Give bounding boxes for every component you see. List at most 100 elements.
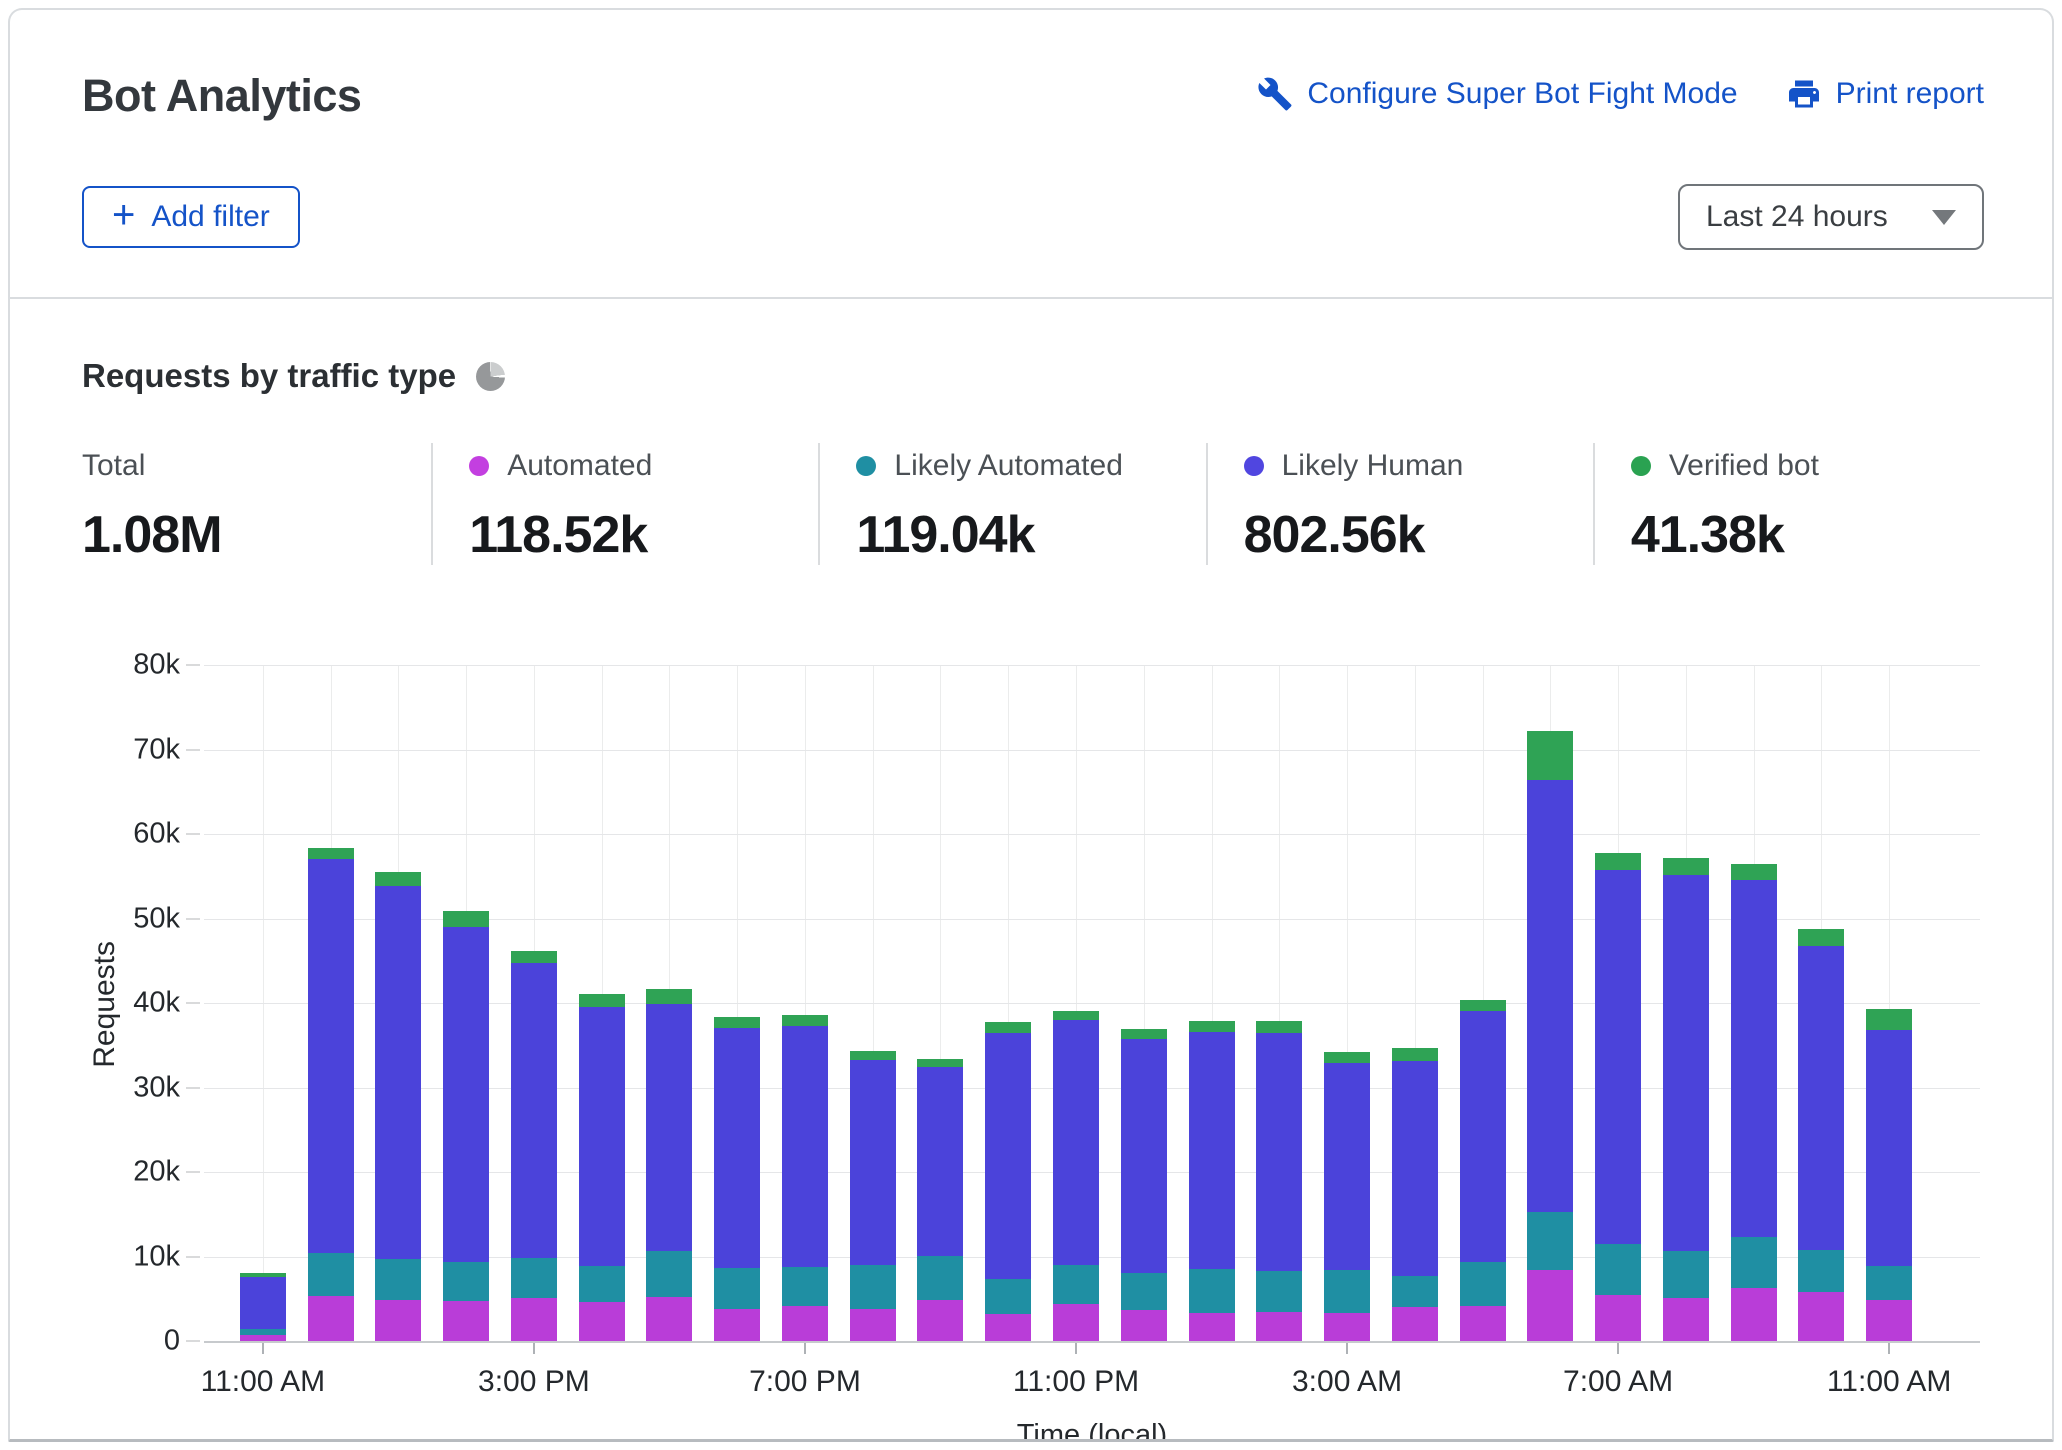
segment-verified-bot: [850, 1051, 896, 1060]
y-tick-mark: [186, 1256, 200, 1258]
header-links: Configure Super Bot Fight Mode Print rep…: [1257, 76, 1984, 112]
stat-automated[interactable]: Automated118.52k: [431, 443, 818, 565]
printer-icon: [1786, 76, 1822, 112]
x-tick-mark: [1075, 1343, 1077, 1354]
segment-likely-human: [240, 1277, 286, 1329]
segment-verified-bot: [1121, 1029, 1167, 1038]
bar-2-00-pm[interactable]: [443, 911, 489, 1341]
segment-likely-human: [1324, 1063, 1370, 1270]
x-tick-mark: [262, 1343, 264, 1354]
add-filter-label: Add filter: [151, 200, 269, 234]
y-tick-label: 30k: [133, 1071, 180, 1104]
x-tick-label: 7:00 AM: [1563, 1365, 1673, 1399]
stat-likely-human[interactable]: Likely Human802.56k: [1206, 443, 1593, 565]
segment-likely-automated: [850, 1265, 896, 1309]
wrench-icon: [1257, 76, 1293, 112]
chevron-down-icon: [1932, 210, 1956, 225]
legend-dot-automated: [469, 456, 489, 476]
x-tick-mark: [1617, 1343, 1619, 1354]
y-tick-mark: [186, 1002, 200, 1004]
segment-automated: [511, 1298, 557, 1341]
y-tick-label: 10k: [133, 1240, 180, 1273]
stats-row: Total1.08MAutomated118.52kLikely Automat…: [82, 443, 1980, 565]
segment-likely-automated: [1256, 1271, 1302, 1312]
print-link-label: Print report: [1836, 77, 1984, 111]
stat-label: Verified bot: [1669, 449, 1819, 483]
segment-automated: [1866, 1300, 1912, 1341]
segment-verified-bot: [1595, 853, 1641, 869]
time-range-select[interactable]: Last 24 hours: [1678, 184, 1984, 250]
segment-automated: [1527, 1270, 1573, 1341]
bar-9-00-am[interactable]: [1731, 864, 1777, 1341]
card-body: Requests by traffic type Total1.08MAutom…: [10, 299, 2052, 1442]
bar-7-00-pm[interactable]: [782, 1015, 828, 1341]
segment-likely-human: [1392, 1061, 1438, 1276]
segment-automated: [1053, 1304, 1099, 1341]
stat-value: 41.38k: [1631, 505, 1980, 565]
segment-verified-bot: [511, 951, 557, 964]
bar-8-00-am[interactable]: [1663, 858, 1709, 1341]
bar-7-00-am[interactable]: [1595, 853, 1641, 1341]
bar-5-00-pm[interactable]: [646, 989, 692, 1341]
stat-verified-bot[interactable]: Verified bot 41.38k: [1593, 443, 1980, 565]
requests-chart: Requests 80k70k60k50k40k30k20k10k0 11:00…: [82, 665, 1980, 1442]
bar-6-00-pm[interactable]: [714, 1017, 760, 1341]
print-report-link[interactable]: Print report: [1786, 76, 1984, 112]
segment-verified-bot: [1731, 864, 1777, 881]
segment-likely-human: [646, 1004, 692, 1252]
horizontal-gridline: [204, 665, 1980, 666]
x-axis-title: Time (local): [204, 1419, 1980, 1442]
segment-automated: [1798, 1292, 1844, 1341]
bar-9-00-pm[interactable]: [917, 1059, 963, 1341]
segment-verified-bot: [1189, 1021, 1235, 1032]
segment-verified-bot: [1053, 1011, 1099, 1019]
bar-12-00-pm[interactable]: [308, 848, 354, 1341]
configure-super-bot-fight-mode-link[interactable]: Configure Super Bot Fight Mode: [1257, 76, 1737, 112]
y-tick-label: 0: [164, 1325, 180, 1358]
bar-1-00-pm[interactable]: [375, 872, 421, 1341]
segment-likely-human: [1053, 1020, 1099, 1265]
bar-1-00-am[interactable]: [1189, 1021, 1235, 1341]
bar-3-00-am[interactable]: [1324, 1052, 1370, 1341]
y-tick-label: 80k: [133, 649, 180, 682]
bar-4-00-am[interactable]: [1392, 1048, 1438, 1341]
segment-automated: [782, 1306, 828, 1341]
bar-2-00-am[interactable]: [1256, 1021, 1302, 1341]
y-tick-label: 20k: [133, 1156, 180, 1189]
stat-value: 119.04k: [856, 505, 1205, 565]
segment-likely-automated: [1121, 1273, 1167, 1309]
bar-11-00-am[interactable]: [240, 1273, 286, 1341]
segment-automated: [1731, 1288, 1777, 1341]
segment-likely-human: [1595, 870, 1641, 1244]
bar-3-00-pm[interactable]: [511, 951, 557, 1341]
bar-10-00-am[interactable]: [1798, 929, 1844, 1341]
y-tick-label: 50k: [133, 902, 180, 935]
segment-likely-automated: [1460, 1262, 1506, 1307]
segment-automated: [985, 1314, 1031, 1341]
legend-dot-verified-bot: [1631, 456, 1651, 476]
bar-12-00-am[interactable]: [1121, 1029, 1167, 1341]
segment-verified-bot: [375, 872, 421, 886]
bar-4-00-pm[interactable]: [579, 994, 625, 1341]
stat-value: 118.52k: [469, 505, 818, 565]
bar-11-00-pm[interactable]: [1053, 1011, 1099, 1341]
bar-11-00-am[interactable]: [1866, 1009, 1912, 1341]
bar-10-00-pm[interactable]: [985, 1022, 1031, 1341]
segment-likely-human: [917, 1067, 963, 1255]
bar-6-00-am[interactable]: [1527, 731, 1573, 1341]
x-tick-label: 7:00 PM: [749, 1365, 861, 1399]
configure-link-label: Configure Super Bot Fight Mode: [1307, 77, 1737, 111]
segment-likely-human: [1256, 1033, 1302, 1271]
x-tick-label: 11:00 PM: [1013, 1365, 1139, 1399]
segment-likely-automated: [917, 1256, 963, 1300]
bar-8-00-pm[interactable]: [850, 1051, 896, 1341]
segment-verified-bot: [917, 1059, 963, 1067]
x-axis-ticks: 11:00 AM3:00 PM7:00 PM11:00 PM3:00 AM7:0…: [204, 1343, 1980, 1407]
add-filter-button[interactable]: + Add filter: [82, 186, 300, 248]
segment-likely-human: [985, 1033, 1031, 1280]
bar-5-00-am[interactable]: [1460, 1000, 1506, 1341]
segment-automated: [1392, 1307, 1438, 1341]
segment-likely-automated: [1053, 1265, 1099, 1304]
stat-likely-automated[interactable]: Likely Automated119.04k: [818, 443, 1205, 565]
segment-verified-bot: [579, 994, 625, 1008]
